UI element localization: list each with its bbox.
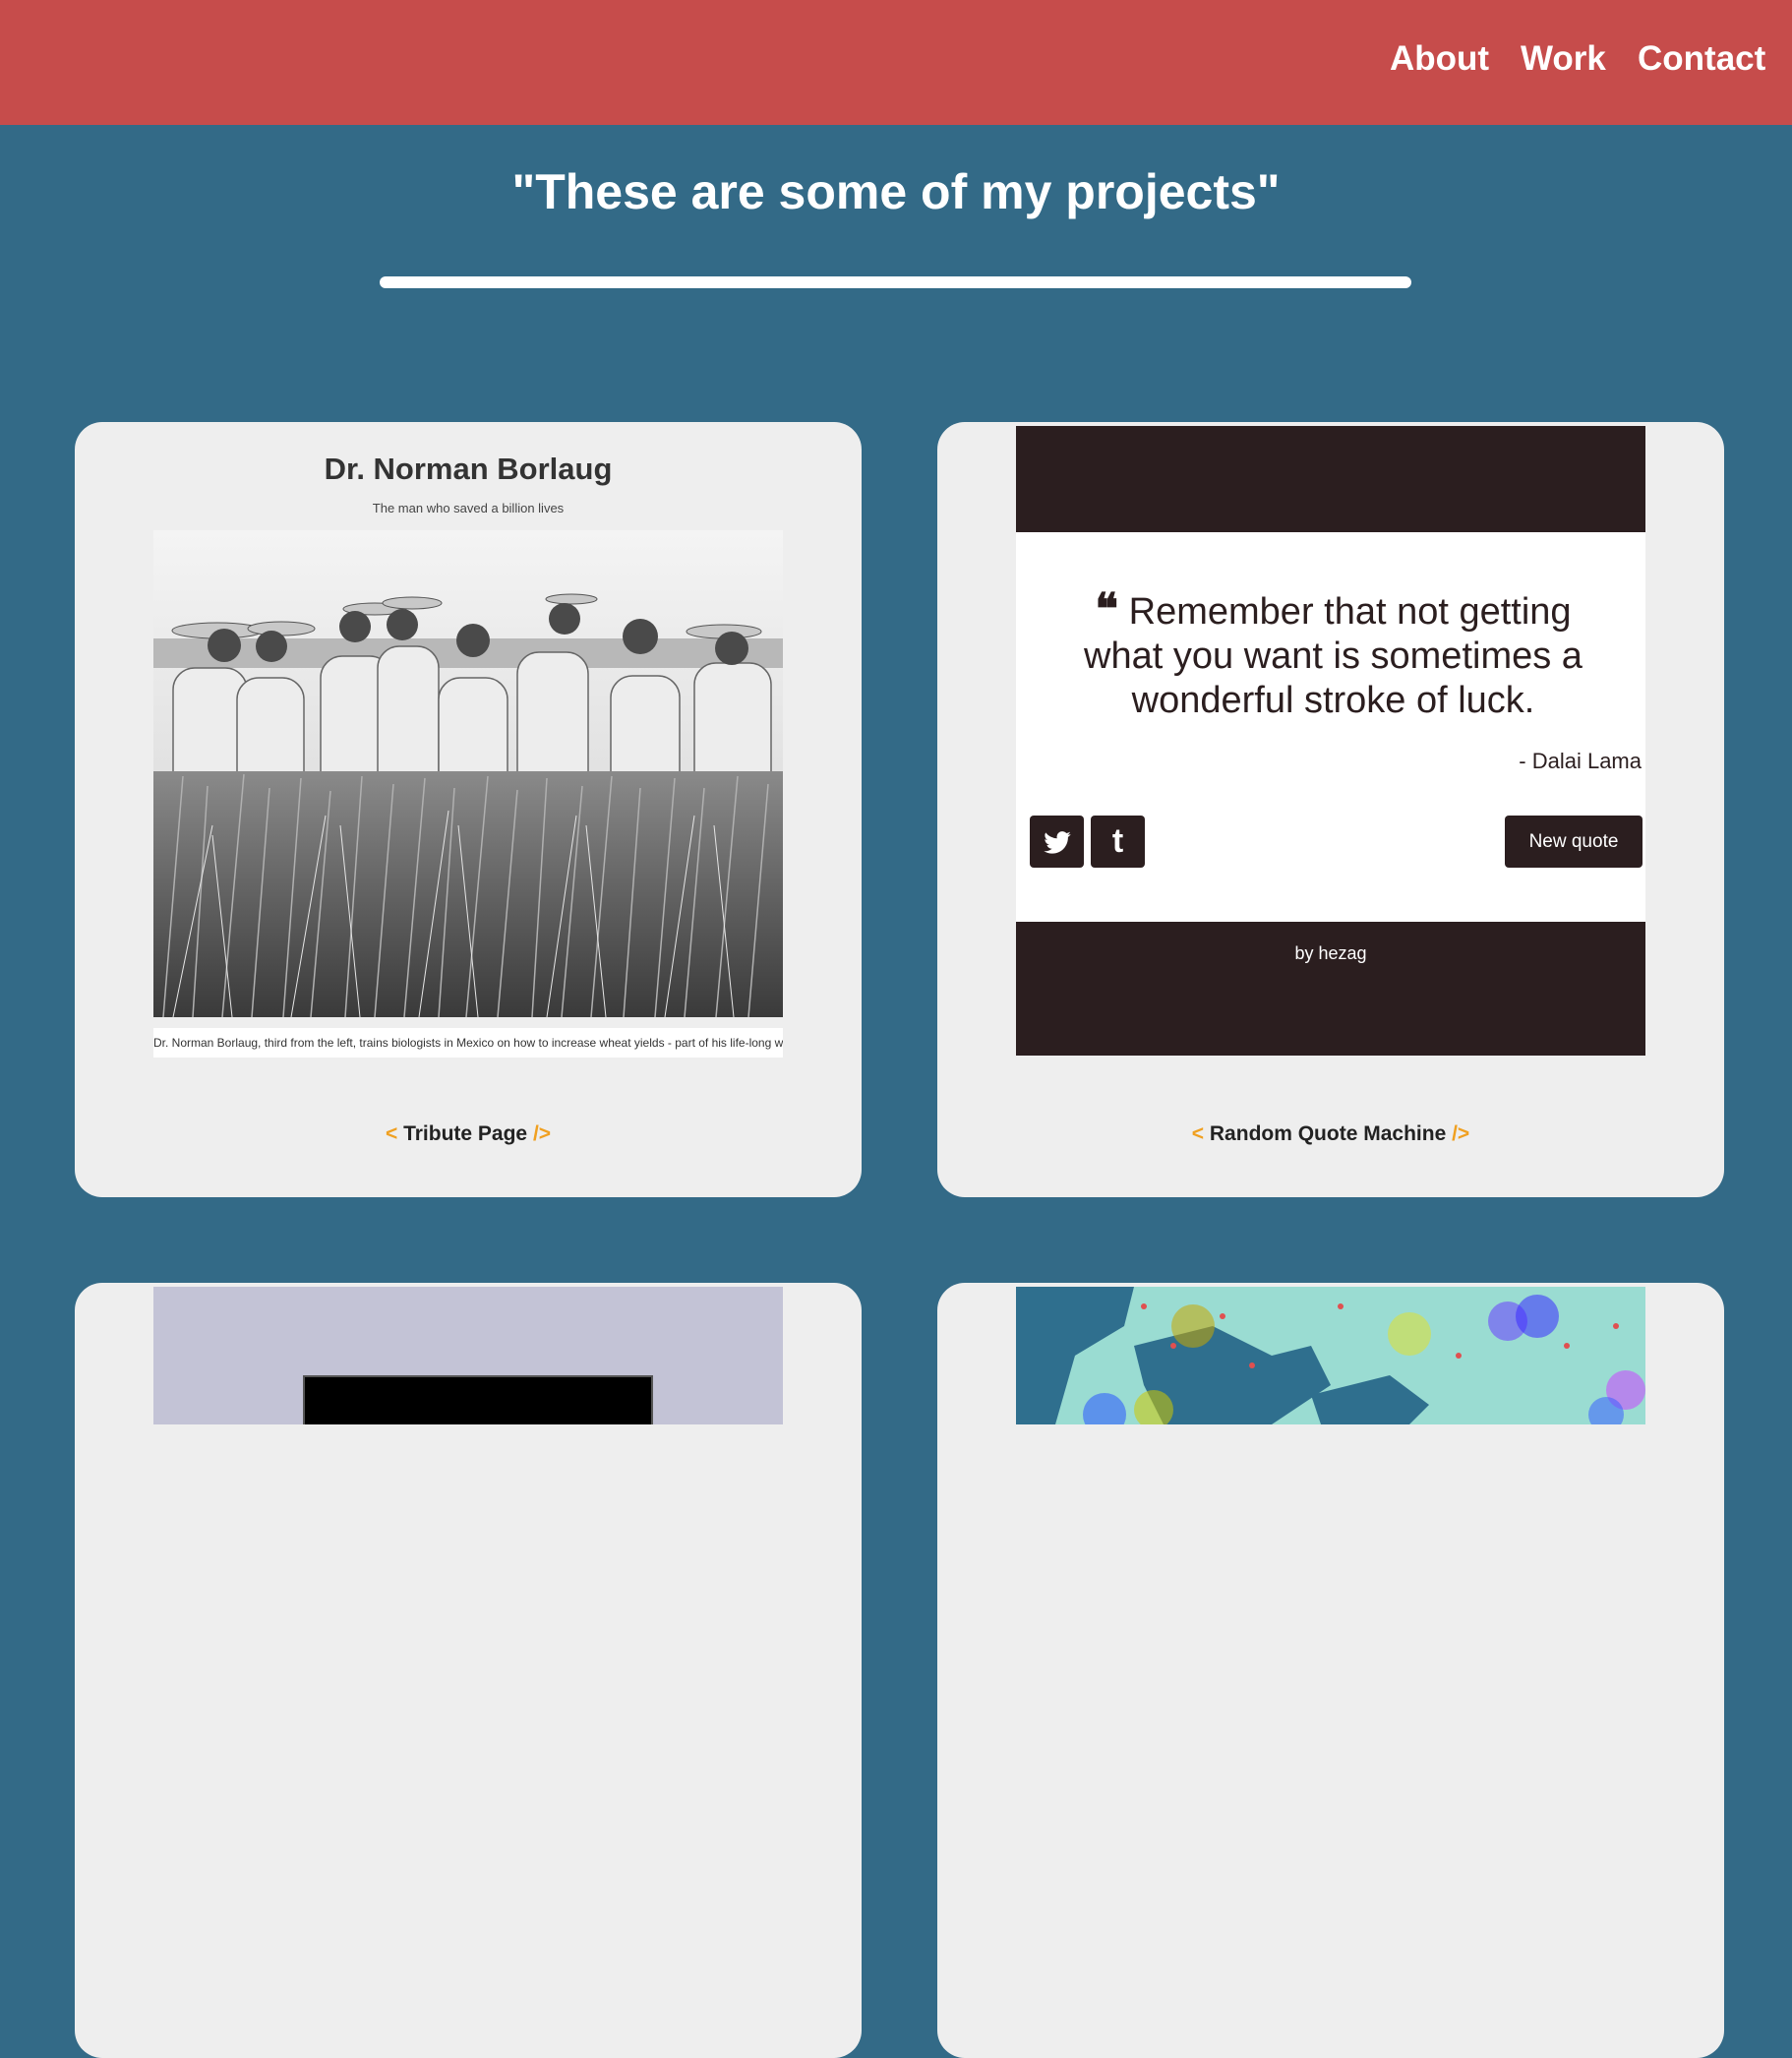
quote-machine-screenshot[interactable]: ❝ Remember that not getting what you wan… (1016, 426, 1645, 1056)
project-3-dark-panel (303, 1375, 653, 1424)
quote-text: ❝ Remember that not getting what you wan… (1055, 587, 1611, 723)
project-card-4[interactable] (937, 1283, 1724, 2058)
credit-prefix: by (1294, 943, 1319, 963)
project-card-3[interactable] (75, 1283, 862, 2058)
section-headline: "These are some of my projects" (511, 164, 1281, 219)
quote-mark-icon: ❝ (1095, 584, 1119, 635)
quote-body: Remember that not getting what you want … (1084, 591, 1583, 721)
quote-credit: by hezag (1016, 943, 1645, 964)
bracket-close: /> (532, 1122, 552, 1145)
tribute-title: Dr. Norman Borlaug (324, 452, 613, 486)
nav-about-link[interactable]: About (1390, 39, 1489, 79)
quote-author: - Dalai Lama (1519, 749, 1642, 773)
top-navbar: About Work Contact (0, 0, 1792, 125)
project-card-tribute[interactable]: Dr. Norman Borlaug The man who saved a b… (75, 422, 862, 1197)
project-link-quote-machine[interactable]: < Random Quote Machine /> (937, 1122, 1724, 1146)
bracket-open: < (1191, 1122, 1205, 1145)
new-quote-button[interactable]: New quote (1505, 816, 1643, 868)
twitter-share-button[interactable] (1030, 816, 1084, 868)
wheat-field-image (153, 530, 783, 1017)
tribute-page-screenshot[interactable]: Dr. Norman Borlaug The man who saved a b… (153, 422, 783, 1061)
credit-author-link[interactable]: hezag (1318, 943, 1366, 963)
tumblr-share-button[interactable]: t (1091, 816, 1145, 868)
project-4-map-screenshot[interactable] (1016, 1287, 1645, 1424)
twitter-icon (1043, 831, 1071, 854)
nav-contact-link[interactable]: Contact (1638, 39, 1765, 79)
quote-footer-bar: by hezag (1016, 922, 1645, 1056)
world-map-image (1016, 1287, 1645, 1424)
project-link-tribute[interactable]: < Tribute Page /> (75, 1122, 862, 1146)
quote-header-bar (1016, 426, 1645, 532)
headline-divider (380, 276, 1411, 288)
nav-work-link[interactable]: Work (1521, 39, 1606, 79)
project-3-screenshot[interactable] (153, 1287, 783, 1424)
tumblr-icon: t (1111, 822, 1124, 860)
bracket-open: < (385, 1122, 398, 1145)
borlaug-wheat-field-photo (153, 530, 783, 1017)
project-title-tribute: Tribute Page (403, 1122, 528, 1145)
project-title-quote-machine: Random Quote Machine (1209, 1122, 1447, 1145)
project-card-quote-machine[interactable]: ❝ Remember that not getting what you wan… (937, 422, 1724, 1197)
bracket-close: /> (1452, 1122, 1470, 1145)
tribute-photo-caption: Dr. Norman Borlaug, third from the left,… (153, 1028, 783, 1058)
tribute-subtitle: The man who saved a billion lives (372, 501, 565, 515)
